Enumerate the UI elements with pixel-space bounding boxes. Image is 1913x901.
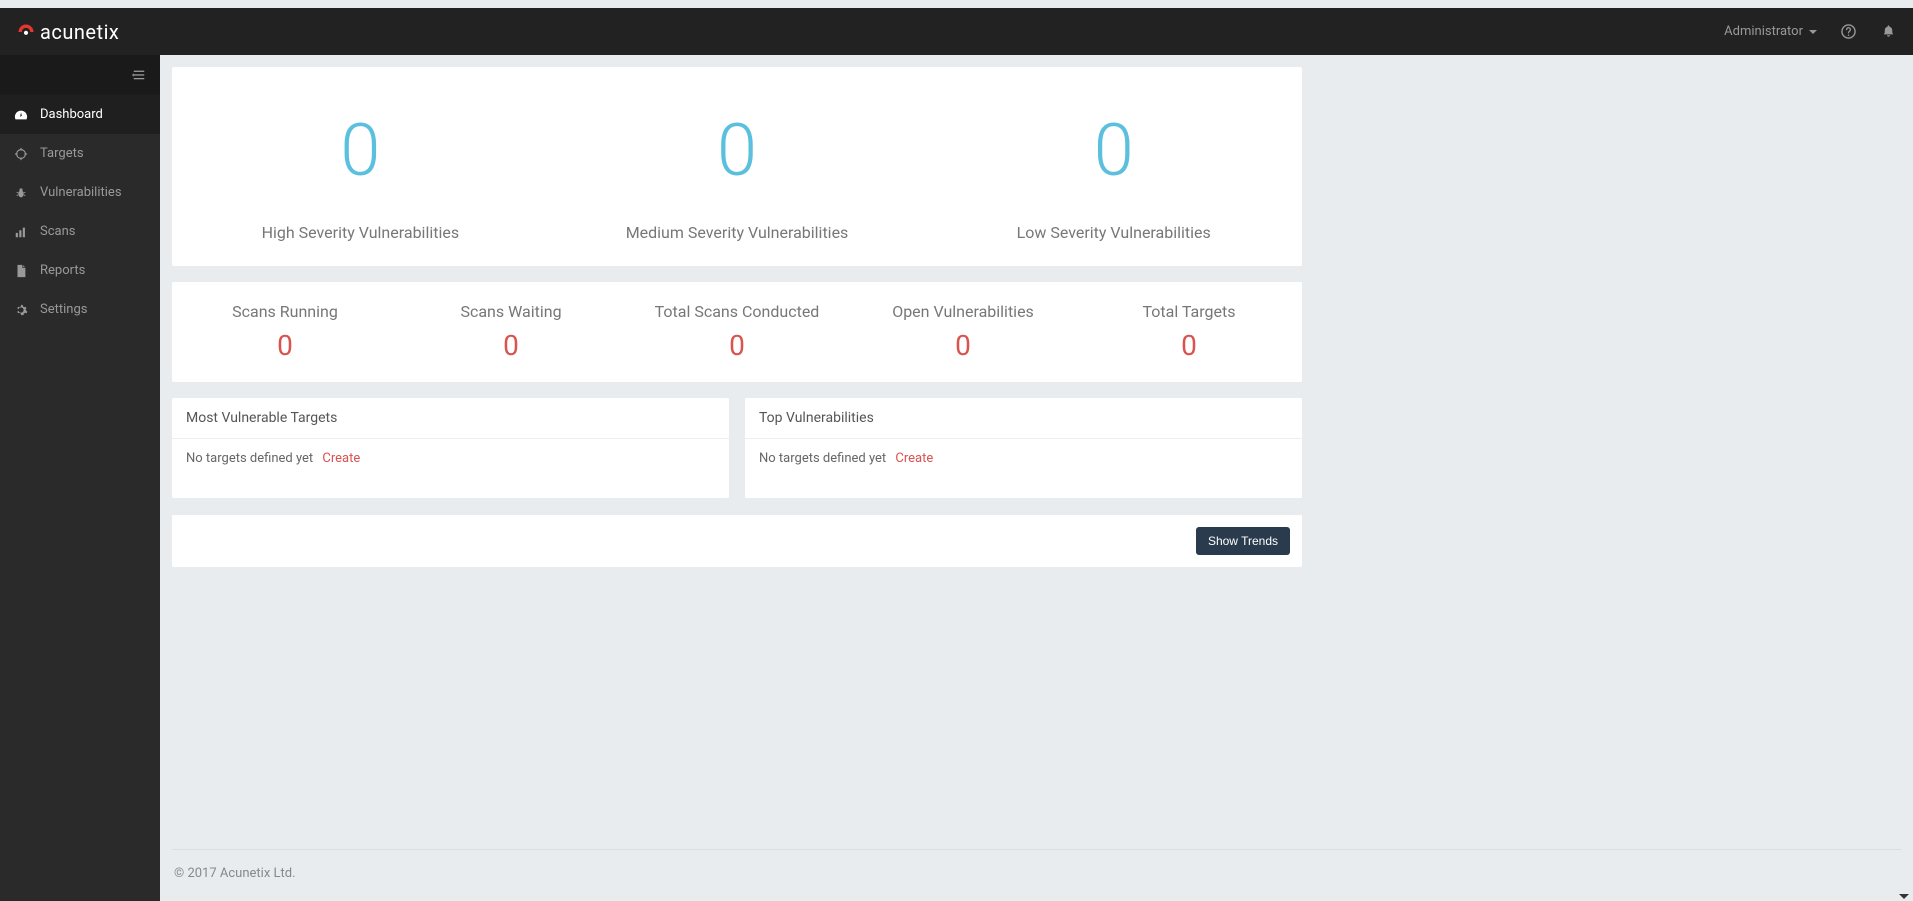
footer: © 2017 Acunetix Ltd. — [172, 849, 1901, 889]
stat-value: 0 — [1076, 329, 1302, 362]
stat-label: Scans Running — [172, 302, 398, 321]
create-target-link[interactable]: Create — [322, 451, 360, 466]
sidebar-item-settings[interactable]: Settings — [0, 290, 160, 329]
severity-medium-value: 0 — [549, 115, 926, 187]
sidebar-item-label: Targets — [40, 146, 84, 161]
bell-icon[interactable] — [1879, 23, 1897, 41]
show-trends-button[interactable]: Show Trends — [1196, 527, 1290, 555]
panel-body: No targets defined yet Create — [172, 439, 729, 498]
stat-open-vulns: Open Vulnerabilities 0 — [850, 302, 1076, 362]
brand-logo[interactable]: acunetix — [16, 20, 119, 44]
panel-empty-text: No targets defined yet — [186, 451, 313, 466]
user-label: Administrator — [1724, 24, 1803, 39]
navbar-right: Administrator — [1724, 23, 1897, 41]
severity-high-label: High Severity Vulnerabilities — [172, 223, 549, 242]
panel-body: No targets defined yet Create — [745, 439, 1302, 498]
browser-chrome — [0, 0, 1913, 8]
stat-value: 0 — [850, 329, 1076, 362]
panel-top-vulnerabilities: Top Vulnerabilities No targets defined y… — [745, 398, 1302, 498]
stat-label: Total Scans Conducted — [624, 302, 850, 321]
chart-icon — [14, 225, 28, 239]
stat-value: 0 — [398, 329, 624, 362]
sidebar-item-label: Settings — [40, 302, 87, 317]
stats-card: Scans Running 0 Scans Waiting 0 Total Sc… — [172, 282, 1302, 382]
trends-row: Show Trends — [172, 514, 1302, 567]
sidebar-item-scans[interactable]: Scans — [0, 212, 160, 251]
severity-medium: 0 Medium Severity Vulnerabilities — [549, 115, 926, 242]
sidebar-item-dashboard[interactable]: Dashboard — [0, 95, 160, 134]
bug-icon — [14, 186, 28, 200]
panel-most-vulnerable-targets: Most Vulnerable Targets No targets defin… — [172, 398, 729, 498]
sidebar-item-reports[interactable]: Reports — [0, 251, 160, 290]
panel-row: Most Vulnerable Targets No targets defin… — [172, 398, 1302, 498]
main-content: 0 High Severity Vulnerabilities 0 Medium… — [160, 55, 1913, 901]
caret-down-icon — [1809, 30, 1817, 34]
brand-name: acunetix — [40, 20, 119, 44]
stat-total-targets: Total Targets 0 — [1076, 302, 1302, 362]
stat-label: Scans Waiting — [398, 302, 624, 321]
stat-total-scans: Total Scans Conducted 0 — [624, 302, 850, 362]
sidebar-top — [0, 55, 160, 95]
stat-value: 0 — [172, 329, 398, 362]
severity-low-label: Low Severity Vulnerabilities — [925, 223, 1302, 242]
severity-high-value: 0 — [172, 115, 549, 187]
sidebar-item-label: Vulnerabilities — [40, 185, 122, 200]
user-menu[interactable]: Administrator — [1724, 24, 1817, 39]
sidebar-item-vulnerabilities[interactable]: Vulnerabilities — [0, 173, 160, 212]
stat-scans-running: Scans Running 0 — [172, 302, 398, 362]
severity-low-value: 0 — [925, 115, 1302, 187]
footer-copyright: © 2017 Acunetix Ltd. — [174, 866, 296, 881]
collapse-sidebar-button[interactable] — [132, 68, 146, 82]
sidebar-item-label: Scans — [40, 224, 75, 239]
severity-medium-label: Medium Severity Vulnerabilities — [549, 223, 926, 242]
crosshair-icon — [14, 147, 28, 161]
gear-icon — [14, 303, 28, 317]
severity-low: 0 Low Severity Vulnerabilities — [925, 115, 1302, 242]
sidebar-item-label: Reports — [40, 263, 85, 278]
stat-scans-waiting: Scans Waiting 0 — [398, 302, 624, 362]
panel-header: Most Vulnerable Targets — [172, 398, 729, 439]
navbar: acunetix Administrator — [0, 8, 1913, 55]
panel-empty-text: No targets defined yet — [759, 451, 886, 466]
stat-value: 0 — [624, 329, 850, 362]
file-icon — [14, 264, 28, 278]
stat-label: Open Vulnerabilities — [850, 302, 1076, 321]
page-caret-icon — [1899, 894, 1909, 899]
sidebar: Dashboard Targets Vulnerabilities Scans — [0, 55, 160, 901]
help-icon[interactable] — [1839, 23, 1857, 41]
stat-label: Total Targets — [1076, 302, 1302, 321]
create-target-link[interactable]: Create — [895, 451, 933, 466]
tachometer-icon — [14, 108, 28, 122]
severity-high: 0 High Severity Vulnerabilities — [172, 115, 549, 242]
sidebar-item-targets[interactable]: Targets — [0, 134, 160, 173]
logo-icon — [16, 22, 36, 42]
panel-header: Top Vulnerabilities — [745, 398, 1302, 439]
severity-card: 0 High Severity Vulnerabilities 0 Medium… — [172, 67, 1302, 266]
sidebar-item-label: Dashboard — [40, 107, 103, 122]
